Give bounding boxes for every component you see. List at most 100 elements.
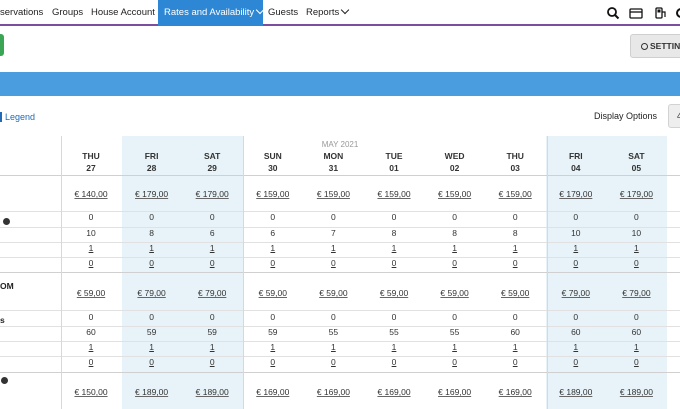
restriction-cell[interactable]: 1 bbox=[61, 243, 121, 253]
restriction-cell[interactable]: 1 bbox=[364, 342, 424, 352]
card-icon[interactable] bbox=[629, 6, 643, 20]
restriction-cell[interactable]: 1 bbox=[243, 342, 303, 352]
info-icon[interactable] bbox=[3, 218, 10, 225]
cell-value[interactable]: 0 bbox=[149, 357, 154, 367]
cell-value[interactable]: 1 bbox=[452, 243, 457, 253]
nav-reservations[interactable]: servations bbox=[0, 0, 43, 26]
rate-cell[interactable]: € 59,00 bbox=[61, 288, 121, 298]
rate-value[interactable]: € 79,00 bbox=[622, 288, 650, 298]
rate-cell[interactable]: € 79,00 bbox=[546, 288, 606, 298]
rate-value[interactable]: € 189,00 bbox=[135, 387, 168, 397]
status-tab[interactable] bbox=[0, 34, 4, 56]
nav-house-account[interactable]: House Account bbox=[91, 0, 155, 26]
rate-cell[interactable]: € 179,00 bbox=[182, 189, 242, 199]
restriction-cell[interactable]: 1 bbox=[364, 243, 424, 253]
cell-value[interactable]: 0 bbox=[513, 357, 518, 367]
rate-cell[interactable]: € 169,00 bbox=[243, 387, 303, 397]
cell-value[interactable]: 0 bbox=[634, 357, 639, 367]
rate-value[interactable]: € 189,00 bbox=[196, 387, 229, 397]
restriction-cell[interactable]: 1 bbox=[243, 243, 303, 253]
settings-icon[interactable] bbox=[674, 6, 680, 20]
cell-value[interactable]: 1 bbox=[149, 243, 154, 253]
rate-value[interactable]: € 169,00 bbox=[377, 387, 410, 397]
rate-cell[interactable]: € 169,00 bbox=[485, 387, 545, 397]
rate-cell[interactable]: € 159,00 bbox=[425, 189, 485, 199]
restriction-cell[interactable]: 0 bbox=[546, 258, 606, 268]
restriction-cell[interactable]: 1 bbox=[485, 342, 545, 352]
rate-cell[interactable]: € 189,00 bbox=[182, 387, 242, 397]
rate-cell[interactable]: € 179,00 bbox=[606, 189, 666, 199]
rate-value[interactable]: € 179,00 bbox=[135, 189, 168, 199]
pager-button[interactable]: 4 bbox=[668, 104, 680, 128]
cell-value[interactable]: 1 bbox=[573, 243, 578, 253]
rate-value[interactable]: € 159,00 bbox=[377, 189, 410, 199]
rate-value[interactable]: € 140,00 bbox=[74, 189, 107, 199]
nav-rates-availability[interactable]: Rates and Availability bbox=[158, 0, 265, 26]
cell-value[interactable]: 1 bbox=[392, 243, 397, 253]
cell-value[interactable]: 1 bbox=[331, 342, 336, 352]
cell-value[interactable]: 1 bbox=[210, 342, 215, 352]
rate-value[interactable]: € 169,00 bbox=[438, 387, 471, 397]
cell-value[interactable]: 1 bbox=[89, 243, 94, 253]
cell-value[interactable]: 1 bbox=[210, 243, 215, 253]
rate-value[interactable]: € 179,00 bbox=[620, 189, 653, 199]
rate-value[interactable]: € 159,00 bbox=[438, 189, 471, 199]
cell-value[interactable]: 0 bbox=[513, 258, 518, 268]
rate-value[interactable]: € 59,00 bbox=[501, 288, 529, 298]
rate-cell[interactable]: € 169,00 bbox=[425, 387, 485, 397]
rate-cell[interactable]: € 179,00 bbox=[546, 189, 606, 199]
rate-cell[interactable]: € 189,00 bbox=[122, 387, 182, 397]
cell-value[interactable]: 1 bbox=[634, 243, 639, 253]
restriction-cell[interactable]: 1 bbox=[425, 243, 485, 253]
restriction-cell[interactable]: 0 bbox=[606, 357, 666, 367]
cell-value[interactable]: 0 bbox=[573, 357, 578, 367]
rate-cell[interactable]: € 169,00 bbox=[303, 387, 363, 397]
cell-value[interactable]: 1 bbox=[513, 243, 518, 253]
rate-cell[interactable]: € 159,00 bbox=[243, 189, 303, 199]
restriction-cell[interactable]: 1 bbox=[122, 342, 182, 352]
restriction-cell[interactable]: 0 bbox=[122, 258, 182, 268]
rate-value[interactable]: € 159,00 bbox=[317, 189, 350, 199]
rate-cell[interactable]: € 159,00 bbox=[364, 189, 424, 199]
cell-value[interactable]: 0 bbox=[573, 258, 578, 268]
restriction-cell[interactable]: 0 bbox=[243, 258, 303, 268]
rate-value[interactable]: € 179,00 bbox=[196, 189, 229, 199]
rate-value[interactable]: € 169,00 bbox=[499, 387, 532, 397]
nav-groups[interactable]: Groups bbox=[52, 0, 83, 26]
restriction-cell[interactable]: 0 bbox=[546, 357, 606, 367]
rate-cell[interactable]: € 140,00 bbox=[61, 189, 121, 199]
rate-value[interactable]: € 150,00 bbox=[74, 387, 107, 397]
rate-cell[interactable]: € 79,00 bbox=[122, 288, 182, 298]
nav-guests[interactable]: Guests bbox=[268, 0, 298, 26]
cell-value[interactable]: 0 bbox=[89, 258, 94, 268]
rate-value[interactable]: € 79,00 bbox=[198, 288, 226, 298]
restriction-cell[interactable]: 0 bbox=[61, 258, 121, 268]
rate-cell[interactable]: € 189,00 bbox=[546, 387, 606, 397]
restriction-cell[interactable]: 1 bbox=[606, 342, 666, 352]
rate-cell[interactable]: € 169,00 bbox=[364, 387, 424, 397]
cell-value[interactable]: 0 bbox=[331, 258, 336, 268]
restriction-cell[interactable]: 0 bbox=[182, 357, 242, 367]
restriction-cell[interactable]: 0 bbox=[364, 357, 424, 367]
restriction-cell[interactable]: 0 bbox=[364, 258, 424, 268]
rate-cell[interactable]: € 59,00 bbox=[425, 288, 485, 298]
restriction-cell[interactable]: 1 bbox=[122, 243, 182, 253]
cell-value[interactable]: 1 bbox=[392, 342, 397, 352]
restriction-cell[interactable]: 1 bbox=[61, 342, 121, 352]
restriction-cell[interactable]: 1 bbox=[606, 243, 666, 253]
cell-value[interactable]: 1 bbox=[89, 342, 94, 352]
cell-value[interactable]: 1 bbox=[149, 342, 154, 352]
restriction-cell[interactable]: 1 bbox=[546, 243, 606, 253]
rate-value[interactable]: € 59,00 bbox=[77, 288, 105, 298]
restriction-cell[interactable]: 0 bbox=[425, 357, 485, 367]
cell-value[interactable]: 0 bbox=[210, 258, 215, 268]
rate-value[interactable]: € 59,00 bbox=[259, 288, 287, 298]
restriction-cell[interactable]: 0 bbox=[182, 258, 242, 268]
cell-value[interactable]: 0 bbox=[452, 357, 457, 367]
restriction-cell[interactable]: 0 bbox=[485, 357, 545, 367]
rate-value[interactable]: € 59,00 bbox=[380, 288, 408, 298]
rate-cell[interactable]: € 59,00 bbox=[243, 288, 303, 298]
display-options-button[interactable]: Display Options bbox=[594, 111, 657, 121]
cell-value[interactable]: 0 bbox=[149, 258, 154, 268]
rate-cell[interactable]: € 159,00 bbox=[303, 189, 363, 199]
